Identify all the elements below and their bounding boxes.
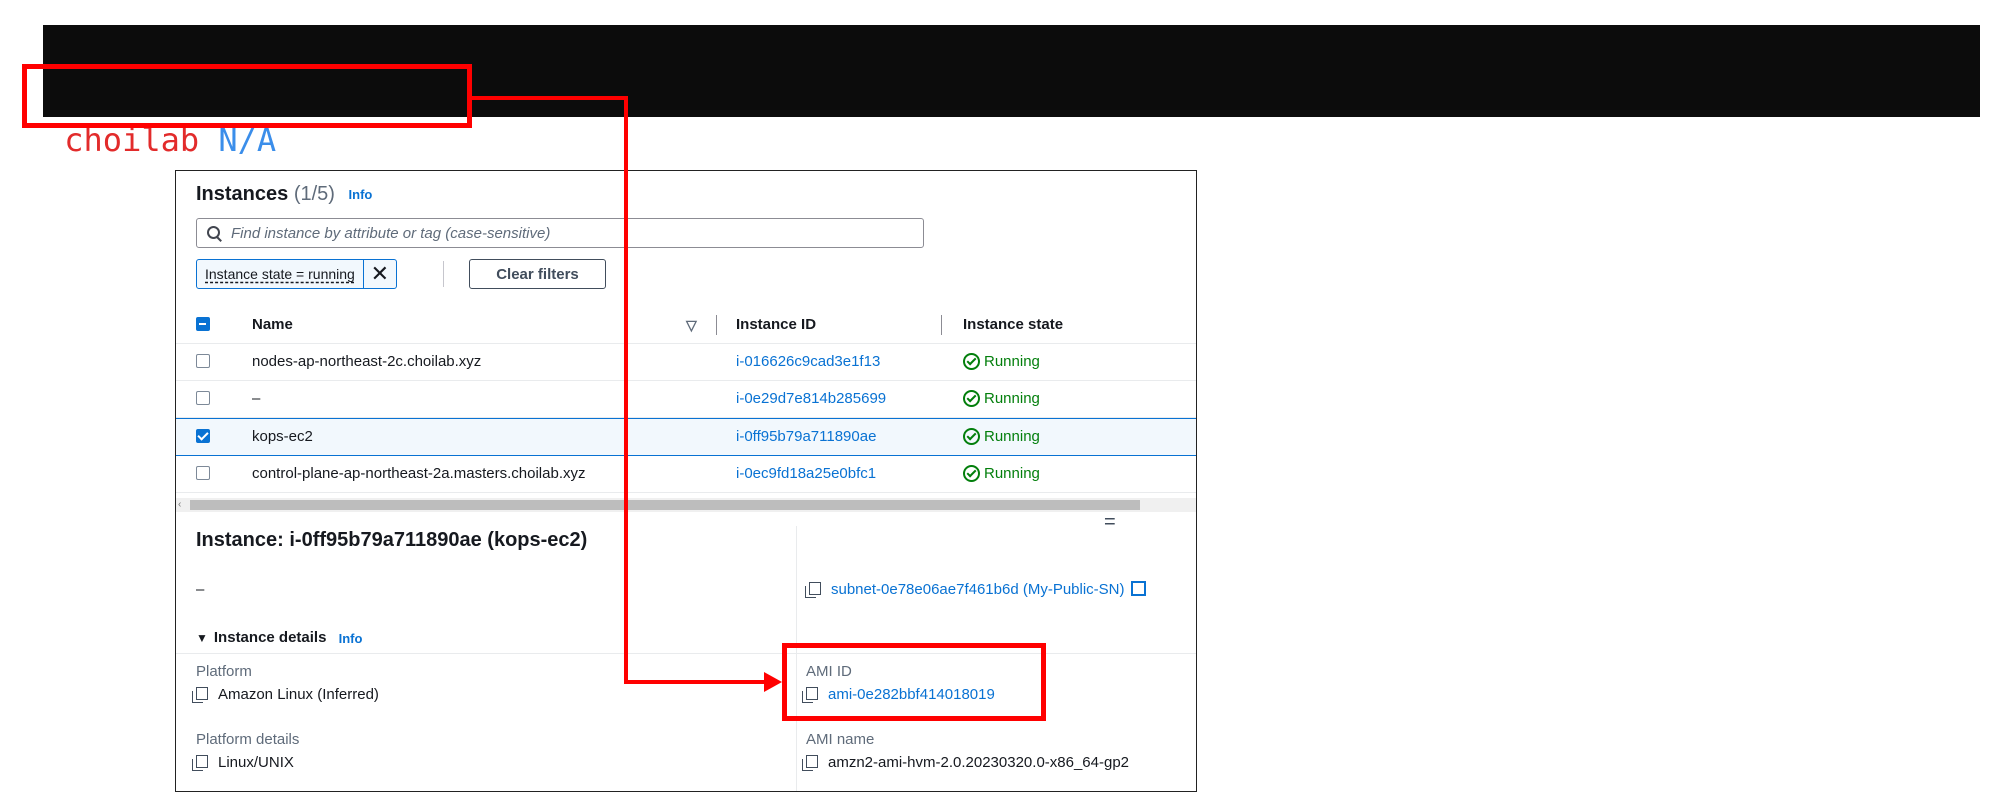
row-checkbox[interactable]: [196, 381, 210, 417]
column-header-name[interactable]: Name: [252, 307, 293, 343]
arrow-head-icon: [764, 672, 782, 692]
instance-state: Running: [963, 381, 1040, 417]
instance-search-input[interactable]: Find instance by attribute or tag (case-…: [196, 218, 924, 248]
state-label: Running: [984, 353, 1040, 370]
instance-details-section[interactable]: ▼ Instance details Info: [196, 629, 362, 646]
instances-table: Name ▽ Instance ID Instance state nodes-…: [176, 307, 1196, 493]
section-info-link[interactable]: Info: [339, 631, 363, 646]
instance-id-link[interactable]: i-0ff95b79a711890ae: [736, 419, 876, 455]
platform-value-wrap: Amazon Linux (Inferred): [192, 686, 379, 703]
instance-name: kops-ec2: [252, 428, 313, 445]
state-label: Running: [984, 428, 1040, 445]
copy-icon[interactable]: [192, 754, 208, 771]
annotation-arrow-vertical: [624, 98, 628, 684]
state-label: Running: [984, 465, 1040, 482]
section-title[interactable]: Instance details: [214, 629, 327, 646]
success-icon: [963, 427, 980, 445]
instance-name: nodes-ap-northeast-2c.choilab.xyz: [252, 353, 482, 370]
column-header-instance-state[interactable]: Instance state: [963, 307, 1063, 343]
ami-name-label: AMI name: [806, 731, 875, 748]
platform-details-value: Linux/UNIX: [218, 754, 294, 771]
platform-details-field: Platform details Linux/UNIX: [192, 731, 300, 771]
table-row[interactable]: – i-0e29d7e814b285699 Running: [176, 381, 1196, 418]
instances-title: Instances: [196, 183, 289, 205]
instance-id-link[interactable]: i-016626c9cad3e1f13: [736, 344, 880, 380]
horizontal-scrollbar[interactable]: ‹: [176, 498, 1196, 512]
table-row-selected[interactable]: kops-ec2 i-0ff95b79a711890ae Running: [176, 418, 1196, 456]
copy-icon[interactable]: [192, 686, 208, 703]
search-placeholder: Find instance by attribute or tag (case-…: [231, 224, 551, 242]
ami-name-value: amzn2-ami-hvm-2.0.20230320.0-x86_64-gp2: [828, 754, 1130, 771]
search-icon: [207, 226, 221, 240]
annotation-arrow-top: [472, 96, 628, 100]
platform-details-label: Platform details: [196, 731, 300, 748]
instance-state: Running: [963, 419, 1040, 455]
instances-count: (1/5): [293, 183, 335, 205]
instance-id-link[interactable]: i-0e29d7e814b285699: [736, 381, 886, 417]
instance-details-title: Instance: i-0ff95b79a711890ae (kops-ec2): [196, 529, 588, 551]
row-checkbox[interactable]: [196, 344, 210, 380]
filter-token[interactable]: Instance state = running ✕: [196, 259, 397, 289]
resize-handle-icon[interactable]: =: [1104, 511, 1116, 534]
column-separator[interactable]: [941, 315, 942, 335]
platform-label: Platform: [196, 663, 252, 680]
instance-name: control-plane-ap-northeast-2a.masters.ch…: [252, 465, 586, 482]
platform-field: Platform Amazon Linux (Inferred): [192, 663, 379, 703]
row-checkbox[interactable]: [196, 419, 210, 455]
copy-icon[interactable]: [805, 581, 821, 598]
instance-state: Running: [963, 344, 1040, 380]
ami-name-value-wrap: amzn2-ami-hvm-2.0.20230320.0-x86_64-gp2: [802, 754, 1130, 771]
success-icon: [963, 464, 980, 482]
table-header-row: Name ▽ Instance ID Instance state: [176, 307, 1196, 344]
ami-name-field: AMI name amzn2-ami-hvm-2.0.20230320.0-x8…: [802, 731, 1130, 771]
instances-info-link[interactable]: Info: [349, 187, 373, 202]
filter-divider: [443, 261, 444, 287]
terminal-ami-highlight-box: [22, 64, 472, 128]
platform-details-value-wrap: Linux/UNIX: [192, 754, 294, 771]
filter-triangle-icon[interactable]: ▽: [686, 307, 697, 343]
subnet-value[interactable]: subnet-0e78e06ae7f461b6d (My-Public-SN): [831, 581, 1125, 598]
truncated-field-value: –: [196, 581, 205, 598]
instances-header: Instances (1/5) Info: [196, 183, 372, 206]
checkbox-checked-icon: [196, 429, 210, 444]
checkbox-partial-icon: [196, 317, 210, 332]
column-separator[interactable]: [716, 315, 717, 335]
column-header-instance-id[interactable]: Instance ID: [736, 307, 816, 343]
subnet-link[interactable]: subnet-0e78e06ae7f461b6d (My-Public-SN): [805, 580, 1146, 598]
scroll-left-icon[interactable]: ‹: [178, 498, 181, 512]
scrollbar-thumb[interactable]: [190, 500, 1140, 510]
close-icon[interactable]: ✕: [362, 260, 396, 288]
success-icon: [963, 389, 980, 407]
clear-filters-button[interactable]: Clear filters: [469, 259, 606, 289]
instance-id-link[interactable]: i-0ec9fd18a25e0bfc1: [736, 456, 876, 492]
annotation-arrow-horizontal: [624, 680, 764, 684]
terminal-command: curl http://169.254.169.254/latest/meta-…: [680, 121, 1760, 159]
table-row[interactable]: nodes-ap-northeast-2c.choilab.xyz i-0166…: [176, 344, 1196, 381]
checkbox-icon: [196, 354, 210, 369]
checkbox-icon: [196, 391, 210, 406]
row-checkbox[interactable]: [196, 456, 210, 492]
caret-down-icon[interactable]: ▼: [196, 631, 208, 645]
copy-icon[interactable]: [802, 754, 818, 771]
platform-value: Amazon Linux (Inferred): [218, 686, 379, 703]
table-row[interactable]: control-plane-ap-northeast-2a.masters.ch…: [176, 456, 1196, 493]
console-ami-highlight-box: [782, 643, 1046, 721]
select-all-checkbox[interactable]: [196, 307, 210, 343]
external-link-icon[interactable]: [1130, 580, 1146, 596]
checkbox-icon: [196, 466, 210, 481]
success-icon: [963, 352, 980, 370]
instance-state: Running: [963, 456, 1040, 492]
instance-name: –: [252, 390, 261, 407]
state-label: Running: [984, 390, 1040, 407]
filter-token-label[interactable]: Instance state = running: [197, 260, 363, 288]
